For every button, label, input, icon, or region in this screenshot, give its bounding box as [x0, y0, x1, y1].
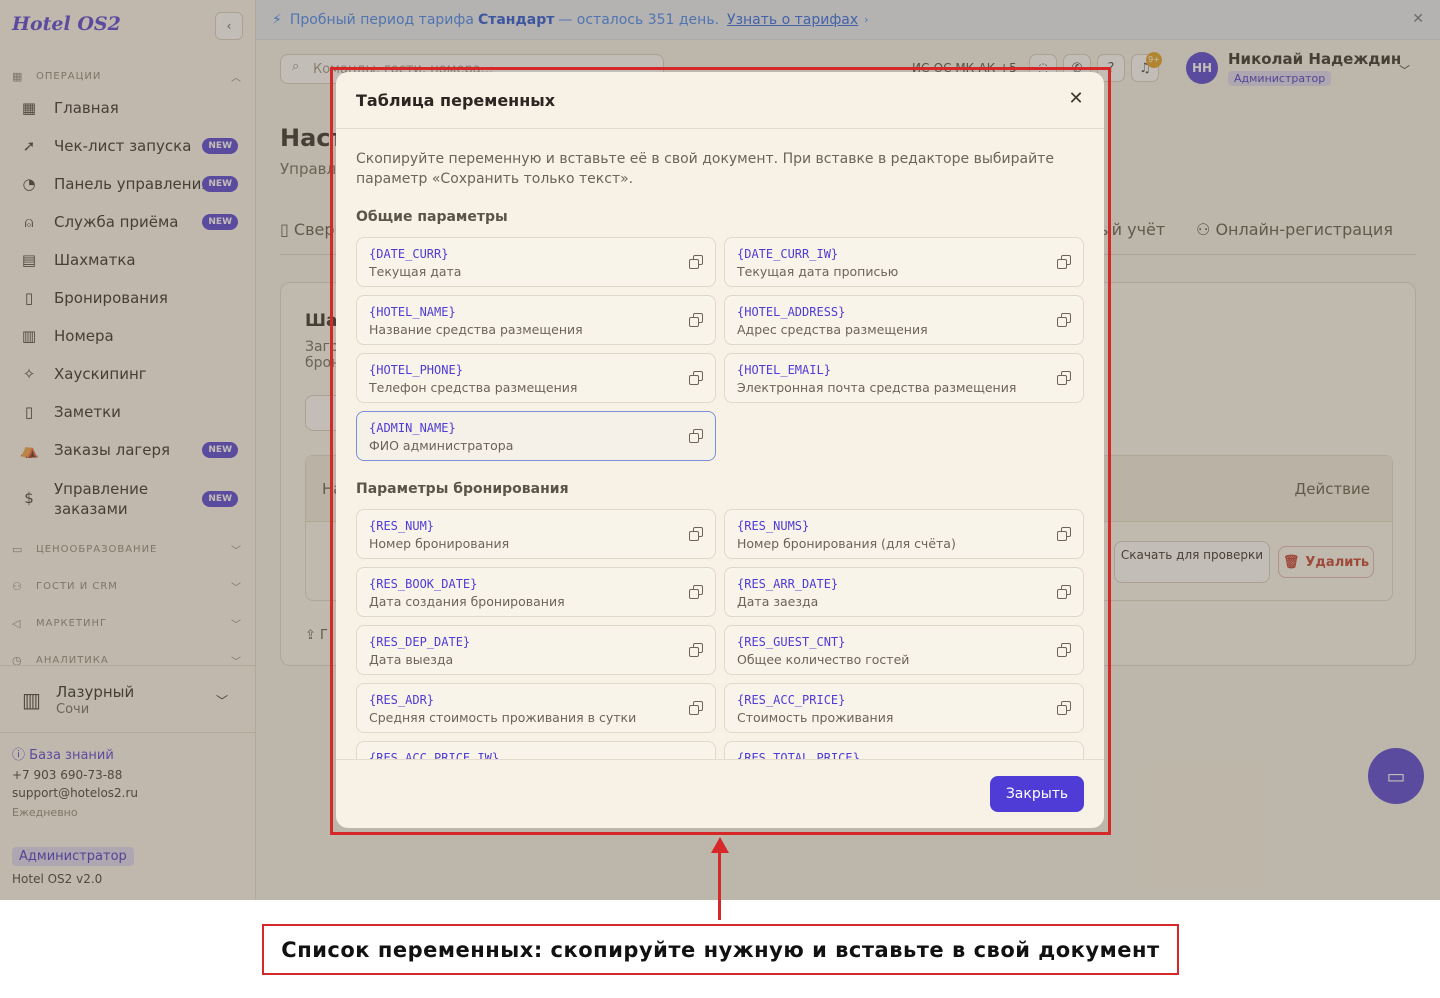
annotation-arrow: [718, 850, 721, 920]
annotation-highlight-box: [330, 67, 1111, 835]
annotation-caption: Список переменных: скопируйте нужную и в…: [262, 924, 1179, 975]
